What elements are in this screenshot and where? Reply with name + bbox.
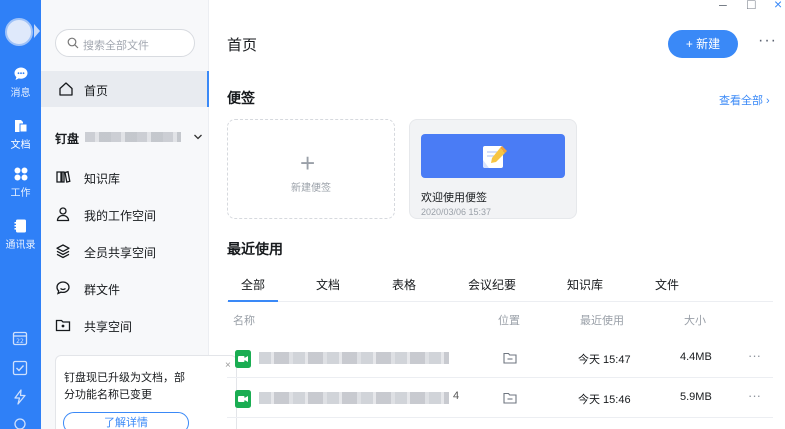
- calendar-icon[interactable]: 22: [12, 330, 28, 346]
- folder-icon[interactable]: [503, 392, 517, 404]
- column-size: 大小: [684, 315, 706, 327]
- table-row[interactable]: 今天 15:47 4.4MB ···: [227, 340, 773, 378]
- new-note-card[interactable]: + 新建便签: [227, 119, 395, 219]
- rail-item-docs[interactable]: 文档: [0, 118, 41, 151]
- tab-docs[interactable]: 文档: [316, 276, 340, 293]
- table-row[interactable]: 4 今天 15:46 5.9MB ···: [227, 380, 773, 418]
- notes-section-title: 便签: [227, 90, 255, 106]
- doc-sidebar: 搜索全部文件 首页 钉盘 知识库 我的工作空间 全员共享空间 群文件 共享空间 …: [41, 0, 237, 429]
- note-pencil-icon: [483, 146, 507, 168]
- rail-label: 文档: [10, 140, 31, 151]
- sidebar-item-knowledge-base[interactable]: 知识库: [55, 168, 205, 186]
- search-icon: [67, 37, 79, 49]
- main-content: – □ × 首页 + 新建 ··· 便签 查看全部 › + 新建便签 欢迎使用便…: [209, 0, 785, 429]
- sidebar-item-share-space[interactable]: 共享空间: [55, 316, 205, 334]
- file-size: 5.9MB: [680, 391, 712, 403]
- maximize-button[interactable]: □: [747, 0, 755, 12]
- tab-files[interactable]: 文件: [655, 276, 679, 293]
- contacts-icon: [14, 219, 26, 233]
- shared-folder-icon: [55, 319, 71, 332]
- rail-item-work[interactable]: 工作: [0, 166, 41, 199]
- folder-icon[interactable]: [503, 352, 517, 364]
- search-input[interactable]: 搜索全部文件: [55, 29, 195, 57]
- avatar-expand-icon[interactable]: [34, 24, 40, 38]
- rail-label: 通讯录: [5, 240, 36, 251]
- note-banner: [421, 134, 565, 178]
- person-icon: [56, 207, 70, 222]
- new-note-label: 新建便签: [291, 183, 331, 194]
- more-options-button[interactable]: ···: [758, 32, 777, 50]
- user-avatar[interactable]: [5, 18, 33, 46]
- note-date: 2020/03/06 15:37: [421, 207, 492, 217]
- rail-item-contacts[interactable]: 通讯录: [0, 218, 41, 251]
- redacted-file-name: [259, 392, 449, 404]
- svg-text:22: 22: [16, 338, 24, 345]
- close-window-button[interactable]: ×: [774, 0, 782, 12]
- more-apps-icon[interactable]: [12, 416, 28, 429]
- sidebar-item-my-workspace[interactable]: 我的工作空间: [55, 205, 205, 223]
- notice-text: 钉盘现已升级为文档，部分功能名称已变更: [64, 372, 185, 401]
- sidebar-item-label: 共享空间: [84, 320, 133, 334]
- note-card[interactable]: 欢迎使用便签 2020/03/06 15:37: [409, 119, 577, 219]
- table-header: 名称 位置 最近使用 大小: [227, 312, 773, 332]
- note-title: 欢迎使用便签: [421, 192, 487, 204]
- document-icon: [14, 120, 27, 133]
- rail-label: 消息: [10, 88, 31, 99]
- sidebar-item-group-files[interactable]: 群文件: [55, 279, 205, 297]
- drive-label: 钉盘: [55, 132, 80, 146]
- video-file-icon: [235, 390, 251, 408]
- chevron-down-icon[interactable]: [193, 132, 203, 142]
- page-title: 首页: [227, 37, 258, 54]
- search-placeholder: 搜索全部文件: [83, 40, 149, 52]
- recent-section-title: 最近使用: [227, 241, 283, 257]
- redacted-drive-name: [85, 132, 181, 142]
- sidebar-item-label: 我的工作空间: [84, 209, 157, 223]
- apps-grid-icon: [14, 167, 27, 181]
- sidebar-item-label: 群文件: [84, 283, 121, 297]
- home-icon: [59, 82, 73, 96]
- file-size: 4.4MB: [680, 351, 712, 363]
- recent-time: 今天 15:46: [578, 394, 631, 406]
- rail-label: 工作: [10, 188, 31, 199]
- layers-icon: [56, 244, 70, 259]
- ding-lightning-icon[interactable]: [12, 389, 28, 405]
- new-button[interactable]: + 新建: [668, 30, 738, 58]
- tab-all[interactable]: 全部: [227, 276, 279, 302]
- group-chat-icon: [56, 281, 70, 295]
- app-rail: 消息 文档 工作 通讯录 22: [0, 0, 41, 429]
- sidebar-item-label: 知识库: [84, 172, 121, 186]
- book-icon: [56, 170, 71, 183]
- column-name: 名称: [233, 315, 255, 327]
- recent-tabs: 全部 文档 表格 会议纪要 知识库 文件: [227, 272, 773, 302]
- column-location: 位置: [498, 315, 520, 327]
- todo-check-icon[interactable]: [12, 360, 28, 376]
- file-name-suffix: 4: [453, 390, 460, 402]
- sidebar-item-shared-space[interactable]: 全员共享空间: [55, 242, 205, 260]
- video-file-icon: [235, 350, 251, 368]
- sidebar-item-label: 全员共享空间: [84, 246, 157, 260]
- recent-time: 今天 15:47: [578, 354, 631, 366]
- rail-item-messages[interactable]: 消息: [0, 66, 41, 99]
- tab-knowledge-base[interactable]: 知识库: [567, 276, 603, 293]
- row-more-button[interactable]: ···: [748, 348, 761, 363]
- sidebar-item-home[interactable]: 首页: [41, 71, 209, 107]
- row-more-button[interactable]: ···: [748, 388, 761, 403]
- learn-more-button[interactable]: 了解详情: [63, 412, 189, 429]
- column-recent: 最近使用: [580, 315, 624, 327]
- tab-minutes[interactable]: 会议纪要: [468, 276, 516, 293]
- chat-bubble-icon: [14, 67, 27, 80]
- tab-sheets[interactable]: 表格: [392, 276, 416, 293]
- plus-icon: +: [300, 148, 316, 178]
- view-all-link[interactable]: 查看全部 ›: [719, 92, 770, 108]
- drive-section-header[interactable]: 钉盘: [55, 130, 205, 146]
- redacted-file-name: [259, 352, 449, 364]
- minimize-button[interactable]: –: [719, 0, 727, 12]
- sidebar-item-label: 首页: [84, 84, 109, 98]
